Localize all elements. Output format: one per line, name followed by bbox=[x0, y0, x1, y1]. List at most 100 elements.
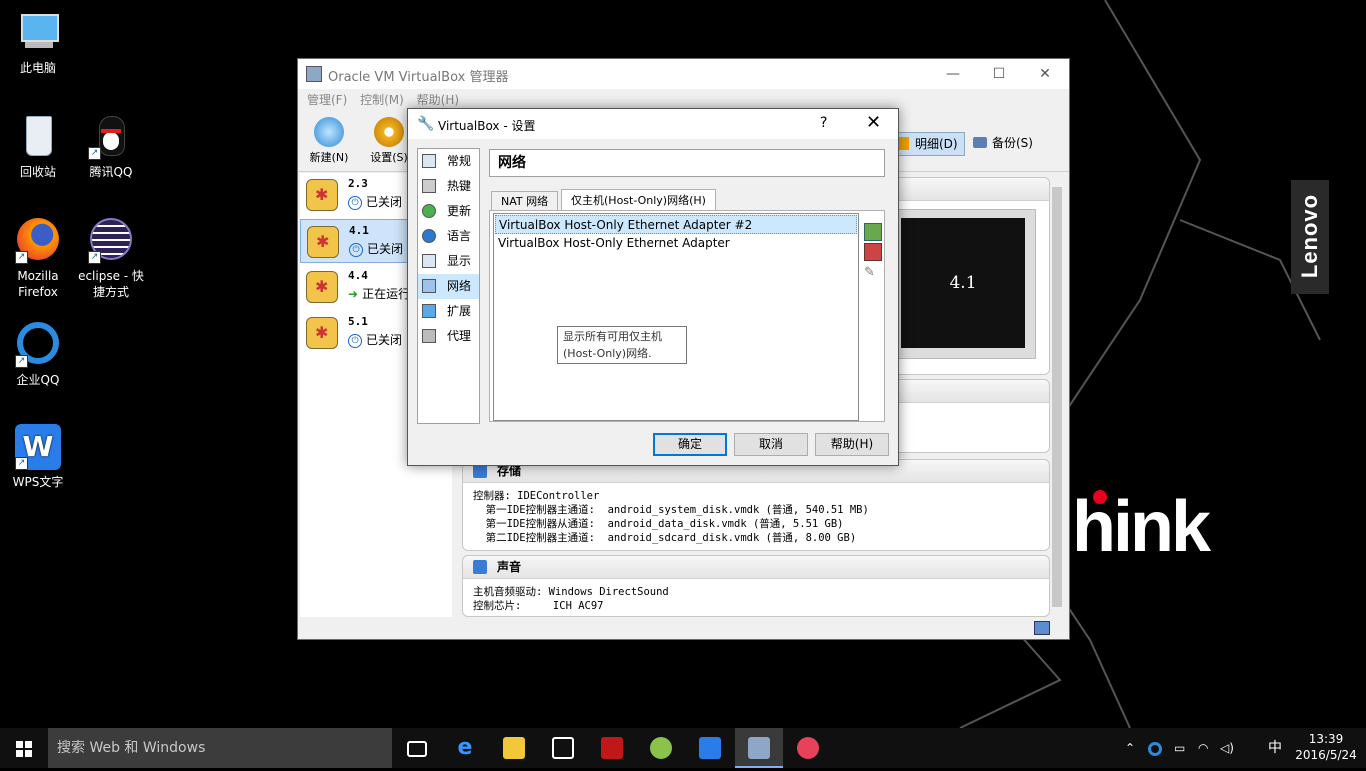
taskbar-mcafee[interactable] bbox=[588, 728, 636, 768]
desktop-icon-recycle-bin[interactable]: 回收站 bbox=[1, 114, 75, 180]
cancel-button[interactable]: 取消 bbox=[734, 433, 808, 456]
store-icon bbox=[552, 737, 574, 759]
category-list: 常规 热键 更新 语言 显示 网络 扩展 代理 bbox=[417, 148, 480, 424]
desktop-icon-label: 回收站 bbox=[19, 165, 56, 179]
new-vm-icon bbox=[314, 117, 344, 147]
vm-name: 4.1 bbox=[349, 224, 369, 237]
storage-details: 控制器: IDEController 第一IDE控制器主通道: android_… bbox=[473, 490, 869, 544]
category-extension[interactable]: 扩展 bbox=[418, 299, 479, 324]
tab-nat-network[interactable]: NAT 网络 bbox=[491, 191, 559, 211]
desktop-icon-label: 腾讯QQ bbox=[89, 165, 133, 179]
vm-state: ⏻ 已关闭 bbox=[348, 331, 402, 348]
close-button[interactable]: ✕ bbox=[1022, 59, 1068, 89]
firefox-icon: ↗ bbox=[15, 218, 61, 264]
category-network[interactable]: 网络 bbox=[418, 274, 479, 299]
lenovo-logo: Lenovo bbox=[1291, 180, 1329, 294]
tab-host-only-network[interactable]: 仅主机(Host-Only)网络(H) bbox=[561, 189, 716, 212]
search-box[interactable]: 搜索 Web 和 Windows bbox=[48, 728, 392, 768]
shortcut-arrow-icon: ↗ bbox=[15, 355, 28, 368]
clock-date: 2016/5/24 bbox=[1295, 748, 1357, 762]
storage-title: 存储 bbox=[497, 464, 522, 478]
help-button[interactable]: ? bbox=[820, 115, 827, 131]
dialog-close-button[interactable]: ✕ bbox=[866, 112, 881, 133]
desktop-icon-this-pc[interactable]: 此电脑 bbox=[1, 10, 75, 76]
new-button[interactable]: 新建(N) bbox=[304, 117, 354, 165]
page-title: 网络 bbox=[489, 149, 885, 177]
taskbar: 搜索 Web 和 Windows e ⌃ ▭ ◠ ◁) 中 13:39 2016… bbox=[0, 728, 1366, 768]
edit-network-icon[interactable]: ✎ bbox=[864, 265, 880, 281]
details-scrollbar[interactable] bbox=[1050, 177, 1064, 615]
shortcut-arrow-icon: ↗ bbox=[88, 147, 101, 160]
add-network-icon[interactable] bbox=[864, 223, 882, 241]
audio-title: 声音 bbox=[497, 560, 522, 574]
snapshots-button[interactable]: 备份(S) bbox=[968, 132, 1039, 154]
tray-wifi-icon[interactable]: ◠ bbox=[1198, 728, 1208, 768]
ok-button[interactable]: 确定 bbox=[653, 433, 727, 456]
help-dialog-button[interactable]: 帮助(H) bbox=[815, 433, 889, 456]
vm-state: ⏻ 已关闭 bbox=[348, 193, 402, 210]
storage-section: 存储 控制器: IDEController 第一IDE控制器主通道: andro… bbox=[462, 459, 1050, 551]
category-update[interactable]: 更新 bbox=[418, 199, 479, 224]
update-icon bbox=[422, 204, 436, 218]
tray-chevron-icon[interactable]: ⌃ bbox=[1125, 728, 1135, 768]
edge-icon: e bbox=[457, 735, 473, 760]
clock[interactable]: 13:39 2016/5/24 bbox=[1286, 731, 1366, 763]
folder-icon bbox=[503, 737, 525, 759]
desktop-icon-enterprise-qq[interactable]: ↗ 企业QQ bbox=[1, 322, 75, 388]
category-proxy[interactable]: 代理 bbox=[418, 324, 479, 349]
start-button[interactable] bbox=[0, 728, 48, 768]
tray-qq-icon[interactable] bbox=[1148, 728, 1162, 768]
desktop-icon-label: 此电脑 bbox=[19, 61, 56, 75]
category-general[interactable]: 常规 bbox=[418, 149, 479, 174]
minimize-button[interactable]: — bbox=[930, 59, 976, 89]
taskbar-app-green[interactable] bbox=[637, 728, 685, 768]
wps-icon bbox=[699, 737, 721, 759]
maximize-button[interactable]: ☐ bbox=[976, 59, 1022, 89]
category-language[interactable]: 语言 bbox=[418, 224, 479, 249]
menu-control[interactable]: 控制(M) bbox=[360, 89, 404, 111]
category-hotkey[interactable]: 热键 bbox=[418, 174, 479, 199]
menu-manage[interactable]: 管理(F) bbox=[307, 89, 347, 111]
tray-battery-icon[interactable]: ▭ bbox=[1174, 728, 1185, 768]
desktop-icon-firefox[interactable]: ↗ Mozilla Firefox bbox=[1, 218, 75, 300]
adapter-item[interactable]: VirtualBox Host-Only Ethernet Adapter #2 bbox=[495, 215, 857, 234]
desktop-icon-qq[interactable]: ↗ 腾讯QQ bbox=[74, 114, 148, 180]
pink-app-icon bbox=[797, 737, 819, 759]
clock-time: 13:39 bbox=[1308, 732, 1344, 746]
task-view-button[interactable] bbox=[392, 728, 440, 768]
taskbar-explorer[interactable] bbox=[490, 728, 538, 768]
language-icon bbox=[422, 229, 436, 243]
vm-name: 2.3 bbox=[348, 177, 368, 190]
adapter-item[interactable]: VirtualBox Host-Only Ethernet Adapter bbox=[495, 234, 857, 253]
vm-os-icon bbox=[306, 271, 338, 303]
taskbar-app-pink[interactable] bbox=[784, 728, 832, 768]
taskbar-virtualbox[interactable] bbox=[735, 728, 783, 768]
shortcut-arrow-icon: ↗ bbox=[15, 457, 28, 470]
window-title: Oracle VM VirtualBox 管理器 bbox=[328, 70, 509, 85]
qq-icon: ↗ bbox=[88, 114, 134, 160]
category-display[interactable]: 显示 bbox=[418, 249, 479, 274]
enterprise-qq-icon: ↗ bbox=[15, 322, 61, 368]
virtualbox-icon bbox=[306, 66, 322, 82]
hotkey-icon bbox=[422, 179, 436, 193]
tray-volume-icon[interactable]: ◁) bbox=[1220, 728, 1234, 768]
desktop-icon-label: WPS文字 bbox=[12, 475, 64, 489]
vm-os-icon bbox=[307, 226, 339, 258]
running-arrow-icon: ➜ bbox=[348, 287, 359, 301]
dialog-title: VirtualBox - 设置 bbox=[438, 119, 536, 133]
vm-state: ⏻ 已关闭 bbox=[349, 240, 403, 257]
desktop-icon-label: 企业QQ bbox=[16, 373, 60, 387]
desktop-icon-wps[interactable]: W ↗ WPS文字 bbox=[1, 424, 75, 490]
tray-ime-indicator[interactable]: 中 bbox=[1268, 728, 1282, 768]
preview-screen: 4.1 bbox=[901, 218, 1025, 348]
task-view-icon bbox=[407, 741, 427, 757]
shortcut-arrow-icon: ↗ bbox=[15, 251, 28, 264]
tooltip: 显示所有可用仅主机(Host-Only)网络. bbox=[557, 326, 687, 364]
taskbar-store[interactable] bbox=[539, 728, 587, 768]
taskbar-edge[interactable]: e bbox=[441, 728, 489, 768]
remove-network-icon[interactable] bbox=[864, 243, 882, 261]
shortcut-arrow-icon: ↗ bbox=[88, 251, 101, 264]
desktop-icon-eclipse[interactable]: ↗ eclipse - 快捷方式 bbox=[74, 218, 148, 300]
details-button[interactable]: 明细(D) bbox=[890, 132, 965, 156]
taskbar-wps[interactable] bbox=[686, 728, 734, 768]
